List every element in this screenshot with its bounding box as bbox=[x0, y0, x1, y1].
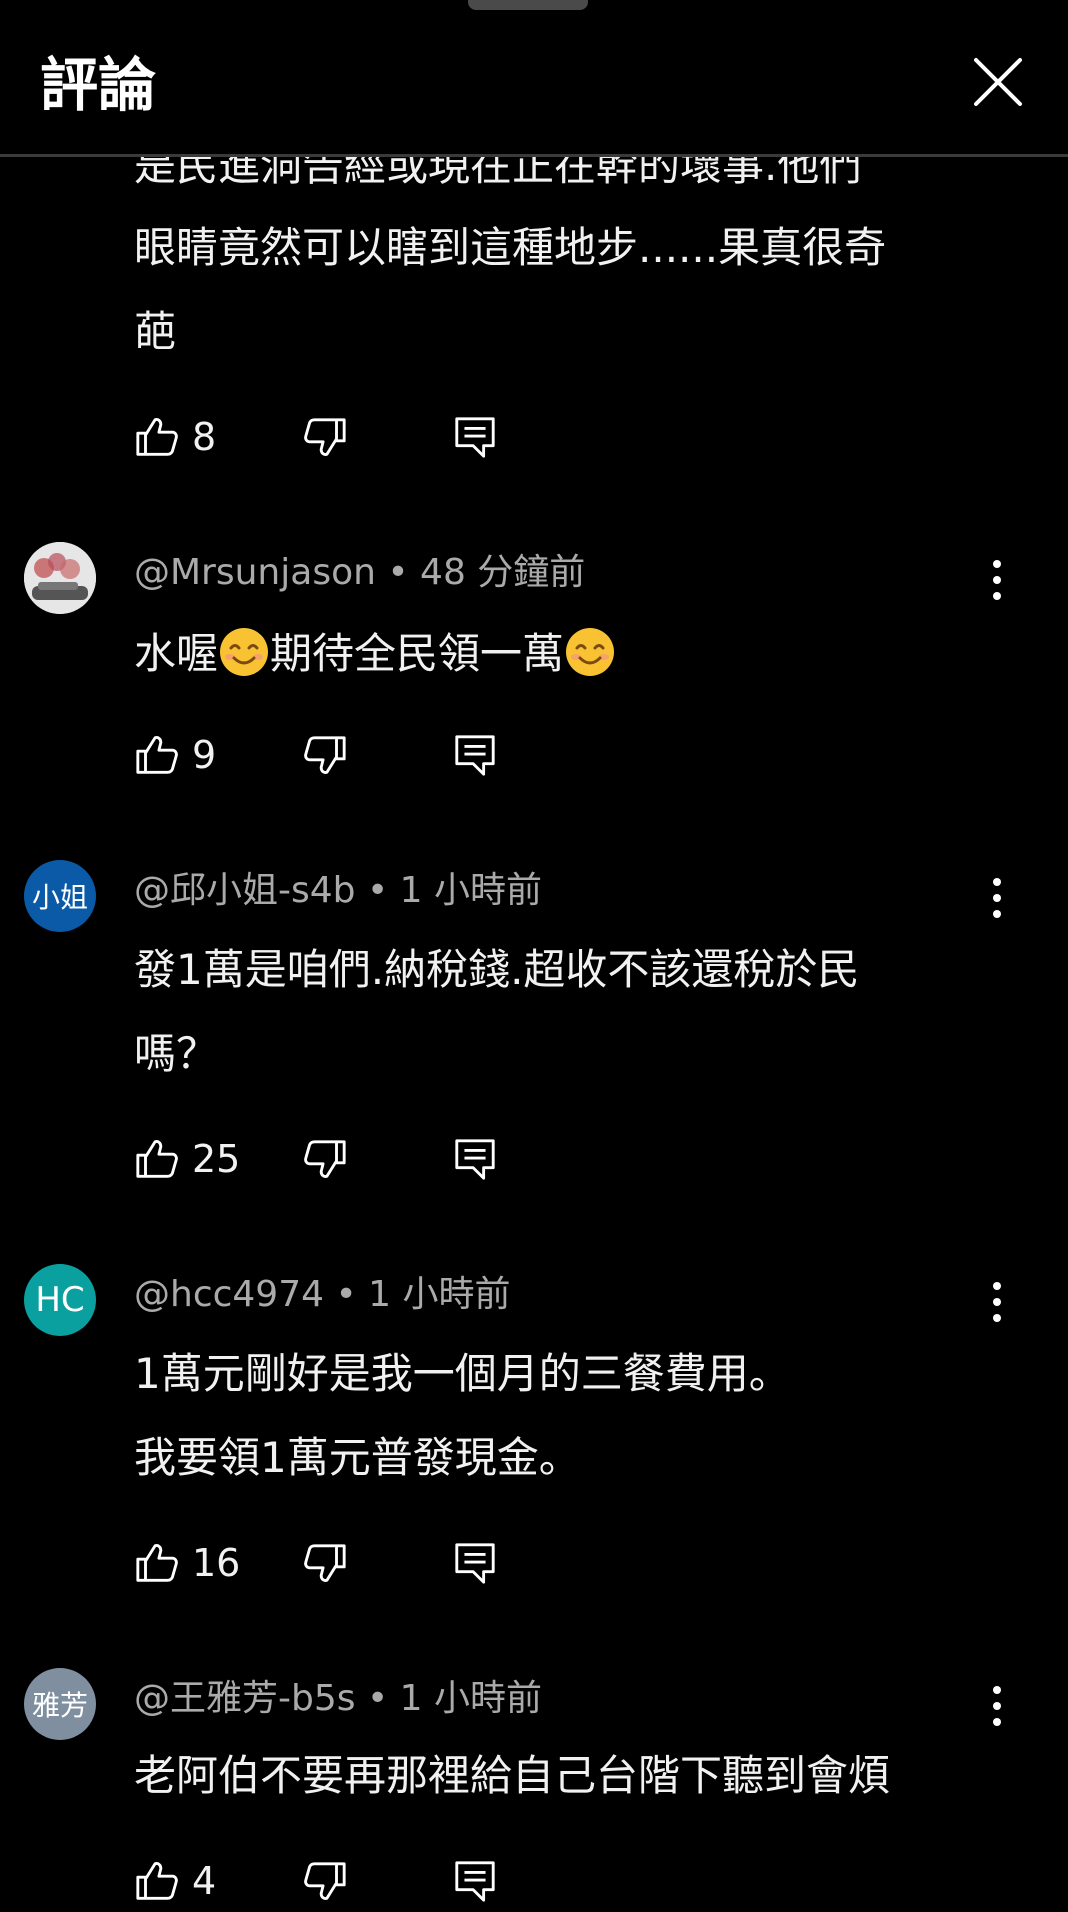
comment-text-part: 期待全民領一萬 bbox=[270, 629, 565, 678]
comment-actions: 16 bbox=[134, 1534, 534, 1594]
smiling-face-emoji bbox=[218, 626, 270, 678]
thumbs-up-icon[interactable] bbox=[134, 414, 180, 460]
avatar[interactable]: 雅芳 bbox=[24, 1668, 96, 1740]
comment-time: 1 小時前 bbox=[368, 1274, 511, 1315]
comment-time: 48 分鐘前 bbox=[420, 552, 586, 593]
drag-handle[interactable] bbox=[468, 0, 588, 10]
reply-icon[interactable] bbox=[452, 1858, 498, 1904]
smiling-face-emoji bbox=[564, 626, 616, 678]
more-options-button[interactable] bbox=[980, 1274, 1012, 1330]
comment-meta: @hcc4974 • 1 小時前 bbox=[134, 1272, 511, 1318]
thumbs-down-icon[interactable] bbox=[302, 414, 348, 460]
meta-separator: • bbox=[324, 1274, 369, 1315]
avatar[interactable]: 小姐 bbox=[24, 860, 96, 932]
thumbs-down-icon[interactable] bbox=[302, 1858, 348, 1904]
avatar-image bbox=[24, 542, 96, 614]
comment-text-line: 1萬元剛好是我一個月的三餐費用。 bbox=[134, 1349, 791, 1398]
avatar-initials: 雅芳 bbox=[31, 1689, 88, 1722]
like-count: 9 bbox=[192, 733, 217, 777]
comment-actions: 25 bbox=[134, 1130, 534, 1190]
more-options-button[interactable] bbox=[980, 1678, 1012, 1734]
close-button[interactable] bbox=[968, 52, 1028, 112]
comment-text-line: 我要領1萬元普發現金。 bbox=[134, 1433, 581, 1482]
comment-text-line: 老阿伯不要再那裡給自己台階下聽到會煩 bbox=[134, 1751, 891, 1800]
comment-text-line: 眼睛竟然可以瞎到這種地步......果真很奇 bbox=[134, 223, 887, 272]
comment-time: 1 小時前 bbox=[399, 870, 542, 911]
thumbs-up-icon[interactable] bbox=[134, 1540, 180, 1586]
meta-separator: • bbox=[375, 552, 421, 593]
comment-time: 1 小時前 bbox=[399, 1678, 542, 1719]
comment-actions: 9 bbox=[134, 726, 534, 786]
avatar-initials: 小姐 bbox=[31, 881, 88, 914]
like-count: 16 bbox=[192, 1541, 241, 1585]
avatar-initials: HC bbox=[35, 1280, 85, 1320]
like-count: 25 bbox=[192, 1137, 241, 1181]
reply-icon[interactable] bbox=[452, 1540, 498, 1586]
reply-icon[interactable] bbox=[452, 414, 498, 460]
comment-author[interactable]: @Mrsunjason bbox=[134, 552, 376, 593]
comment-author[interactable]: @邱小姐-s4b bbox=[134, 870, 356, 911]
thumbs-up-icon[interactable] bbox=[134, 1858, 180, 1904]
thumbs-down-icon[interactable] bbox=[302, 1136, 348, 1182]
close-icon bbox=[974, 58, 1022, 106]
thumbs-up-icon[interactable] bbox=[134, 1136, 180, 1182]
comment-text: 水喔 期待全民領一萬 bbox=[134, 612, 1014, 696]
avatar[interactable] bbox=[24, 542, 96, 614]
comment-meta: @Mrsunjason • 48 分鐘前 bbox=[134, 550, 585, 596]
meta-separator: • bbox=[355, 870, 400, 911]
more-options-button[interactable] bbox=[980, 552, 1012, 608]
comment-meta: @邱小姐-s4b • 1 小時前 bbox=[134, 868, 542, 914]
comment-text-line: 葩 bbox=[134, 307, 177, 356]
meta-separator: • bbox=[355, 1678, 400, 1719]
comment-text-part: 水喔 bbox=[134, 629, 219, 678]
comment-text-line: 發1萬是咱們.納稅錢.超收不該還稅於民 bbox=[134, 945, 860, 994]
comment-author[interactable]: @王雅芳-b5s bbox=[134, 1678, 356, 1719]
more-options-button[interactable] bbox=[980, 870, 1012, 926]
comment-meta: @王雅芳-b5s • 1 小時前 bbox=[134, 1676, 542, 1722]
header-divider bbox=[0, 154, 1068, 157]
comment-text-line: 嗎？ bbox=[134, 1029, 219, 1078]
reply-icon[interactable] bbox=[452, 1136, 498, 1182]
thumbs-down-icon[interactable] bbox=[302, 732, 348, 778]
thumbs-down-icon[interactable] bbox=[302, 1540, 348, 1586]
avatar[interactable]: HC bbox=[24, 1264, 96, 1336]
comments-header: 評論 bbox=[0, 0, 1068, 154]
comment-actions: 8 bbox=[134, 408, 534, 468]
thumbs-up-icon[interactable] bbox=[134, 732, 180, 778]
like-count: 8 bbox=[192, 415, 217, 459]
page-title: 評論 bbox=[40, 51, 157, 119]
comment-actions: 4 bbox=[134, 1852, 534, 1912]
comment-author[interactable]: @hcc4974 bbox=[134, 1274, 324, 1315]
reply-icon[interactable] bbox=[452, 732, 498, 778]
